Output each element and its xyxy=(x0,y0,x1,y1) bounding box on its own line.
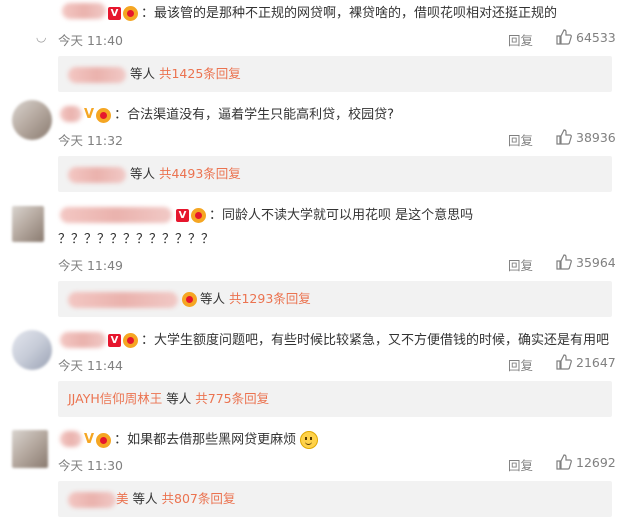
blurred-username xyxy=(60,332,106,348)
avatar[interactable] xyxy=(12,206,44,242)
replier-name-link[interactable]: JJAYH信仰周林王 xyxy=(68,391,162,406)
reply-count-link[interactable]: 共807条回复 xyxy=(162,491,236,506)
comment-time: 今天 11:32 xyxy=(58,133,123,148)
like-count: 64533 xyxy=(576,30,616,45)
thumbs-up-icon xyxy=(556,454,572,470)
member-badge-icon xyxy=(123,6,138,21)
comment-time: 今天 11:44 xyxy=(58,358,123,373)
reply-etc: 等人 xyxy=(132,491,158,506)
reply-summary[interactable]: 美 等人 共807条回复 xyxy=(58,481,612,517)
thumbs-up-icon xyxy=(556,129,572,145)
reply-summary[interactable]: 等人 共4493条回复 xyxy=(58,156,612,192)
blurred-replier xyxy=(68,166,126,183)
reply-button[interactable]: 回复 xyxy=(508,455,533,474)
reply-etc: 等人 xyxy=(129,166,155,181)
reply-count-link[interactable]: 共4493条回复 xyxy=(159,166,241,181)
comment-text: ：同龄人不读大学就可以用花呗 是这个意思吗 xyxy=(209,208,474,223)
comment-text: ：合法渠道没有，逼着学生只能高利贷，校园贷? xyxy=(114,107,394,123)
comment-time: 今天 11:30 xyxy=(58,458,123,473)
comment-text: ：大学生额度问题吧，有些时候比较紧急，又不方便借钱的时候，确实还是有用吧 xyxy=(141,333,610,348)
reply-etc: 等人 xyxy=(199,291,225,306)
member-badge-icon xyxy=(96,107,112,123)
reply-count-link[interactable]: 共1425条回复 xyxy=(159,66,241,81)
comment-text: ：如果都去借那些黑网贷更麻烦 xyxy=(114,432,297,448)
thumbs-up-icon xyxy=(556,254,572,270)
reply-button[interactable]: 回复 xyxy=(508,355,533,374)
blurred-replier xyxy=(68,291,178,308)
vip-v-icon: V xyxy=(84,432,95,447)
vip-badge-icon: V xyxy=(108,334,121,347)
member-badge-icon xyxy=(181,292,197,307)
avatar[interactable] xyxy=(12,100,52,140)
avatar[interactable] xyxy=(12,330,52,370)
like-button[interactable]: 64533 xyxy=(556,29,616,45)
vip-v-icon: V xyxy=(84,107,95,122)
member-badge-icon xyxy=(123,333,138,348)
comment-text: ：最该管的是那种不正规的网贷啊，裸贷啥的，借呗花呗相对还挺正规的 xyxy=(141,6,558,21)
reply-button[interactable]: 回复 xyxy=(508,130,533,149)
replier-name-tail[interactable]: 美 xyxy=(116,491,129,506)
comment-body: V ：最该管的是那种不正规的网贷啊，裸贷啥的，借呗花呗相对还挺正规的 xyxy=(108,4,557,24)
blurred-username xyxy=(62,3,106,19)
chevron-icon: ◡ xyxy=(36,30,47,44)
reply-button[interactable]: 回复 xyxy=(508,30,533,49)
thumbs-up-icon xyxy=(556,354,572,370)
smile-emoji-icon xyxy=(300,431,319,449)
like-count: 12692 xyxy=(576,455,616,470)
like-count: 21647 xyxy=(576,355,616,370)
like-button[interactable]: 35964 xyxy=(556,254,616,270)
blurred-username xyxy=(60,431,82,447)
comment-time: 今天 11:49 xyxy=(58,258,123,273)
member-badge-icon xyxy=(191,208,206,223)
reply-etc: 等人 xyxy=(166,391,192,406)
reply-summary[interactable]: 等人 共1293条回复 xyxy=(58,281,612,317)
comment-body: V ：大学生额度问题吧，有些时候比较紧急，又不方便借钱的时候，确实还是有用吧 xyxy=(108,331,609,351)
reply-etc: 等人 xyxy=(129,66,155,81)
blurred-username xyxy=(60,207,172,223)
reply-count-link[interactable]: 共1293条回复 xyxy=(229,291,311,306)
comment-body: V ：如果都去借那些黑网贷更麻烦 xyxy=(84,430,319,450)
blurred-replier xyxy=(68,491,116,508)
reply-summary[interactable]: 等人 共1425条回复 xyxy=(58,56,612,92)
blurred-replier xyxy=(68,66,126,83)
reply-button[interactable]: 回复 xyxy=(508,255,533,274)
comment-body: V ：合法渠道没有，逼着学生只能高利贷，校园贷? xyxy=(84,105,394,125)
comment-time: 今天 11:40 xyxy=(58,33,123,48)
like-button[interactable]: 38936 xyxy=(556,129,616,145)
blurred-username xyxy=(60,106,82,122)
member-badge-icon xyxy=(96,432,112,448)
reply-count-link[interactable]: 共775条回复 xyxy=(195,391,269,406)
avatar[interactable] xyxy=(12,430,48,468)
comment-body: V ：同龄人不读大学就可以用花呗 是这个意思吗 xyxy=(176,206,473,226)
like-button[interactable]: 21647 xyxy=(556,354,616,370)
thumbs-up-icon xyxy=(556,29,572,45)
reply-summary[interactable]: JJAYH信仰周林王 等人 共775条回复 xyxy=(58,381,612,417)
like-count: 35964 xyxy=(576,255,616,270)
like-button[interactable]: 12692 xyxy=(556,454,616,470)
vip-badge-icon: V xyxy=(108,7,121,20)
like-count: 38936 xyxy=(576,130,616,145)
comment-text-line2: ？？？？？？？？？？？？ xyxy=(58,232,215,247)
vip-badge-icon: V xyxy=(176,209,189,222)
